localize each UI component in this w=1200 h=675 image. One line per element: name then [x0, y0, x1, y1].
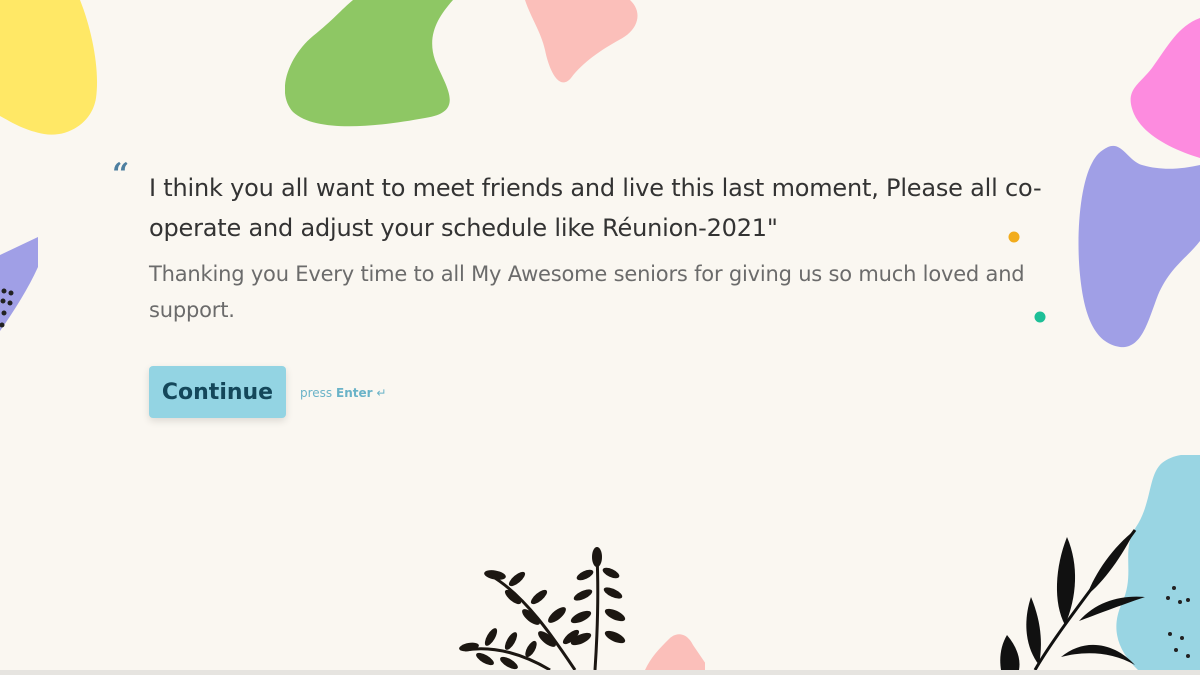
teal-dot-decoration: [1034, 311, 1046, 323]
purple-blob-decoration: [1078, 145, 1200, 348]
pink-blob-decoration: [525, 0, 638, 83]
enter-key-icon: ↵: [376, 386, 387, 400]
magenta-blob-decoration: [1130, 18, 1200, 158]
press-key: Enter: [336, 386, 373, 400]
press-enter-hint: press Enter ↵: [300, 386, 386, 400]
fern-plant-decoration: [459, 547, 705, 670]
dots-pattern-left: [0, 288, 14, 328]
quote-mark-icon: “: [112, 157, 130, 192]
press-prefix: press: [300, 386, 333, 400]
dots-pattern-right: [1166, 586, 1190, 658]
bottom-bar: [0, 670, 1200, 675]
yellow-blob-decoration: [0, 0, 98, 135]
leaf-plant-decoration: [1000, 529, 1145, 670]
green-blob-decoration: [285, 0, 453, 127]
continue-button[interactable]: Continue: [149, 366, 286, 418]
question-description: Thanking you Every time to all My Awesom…: [149, 262, 1025, 322]
question-text: I think you all want to meet friends and…: [149, 174, 1042, 242]
